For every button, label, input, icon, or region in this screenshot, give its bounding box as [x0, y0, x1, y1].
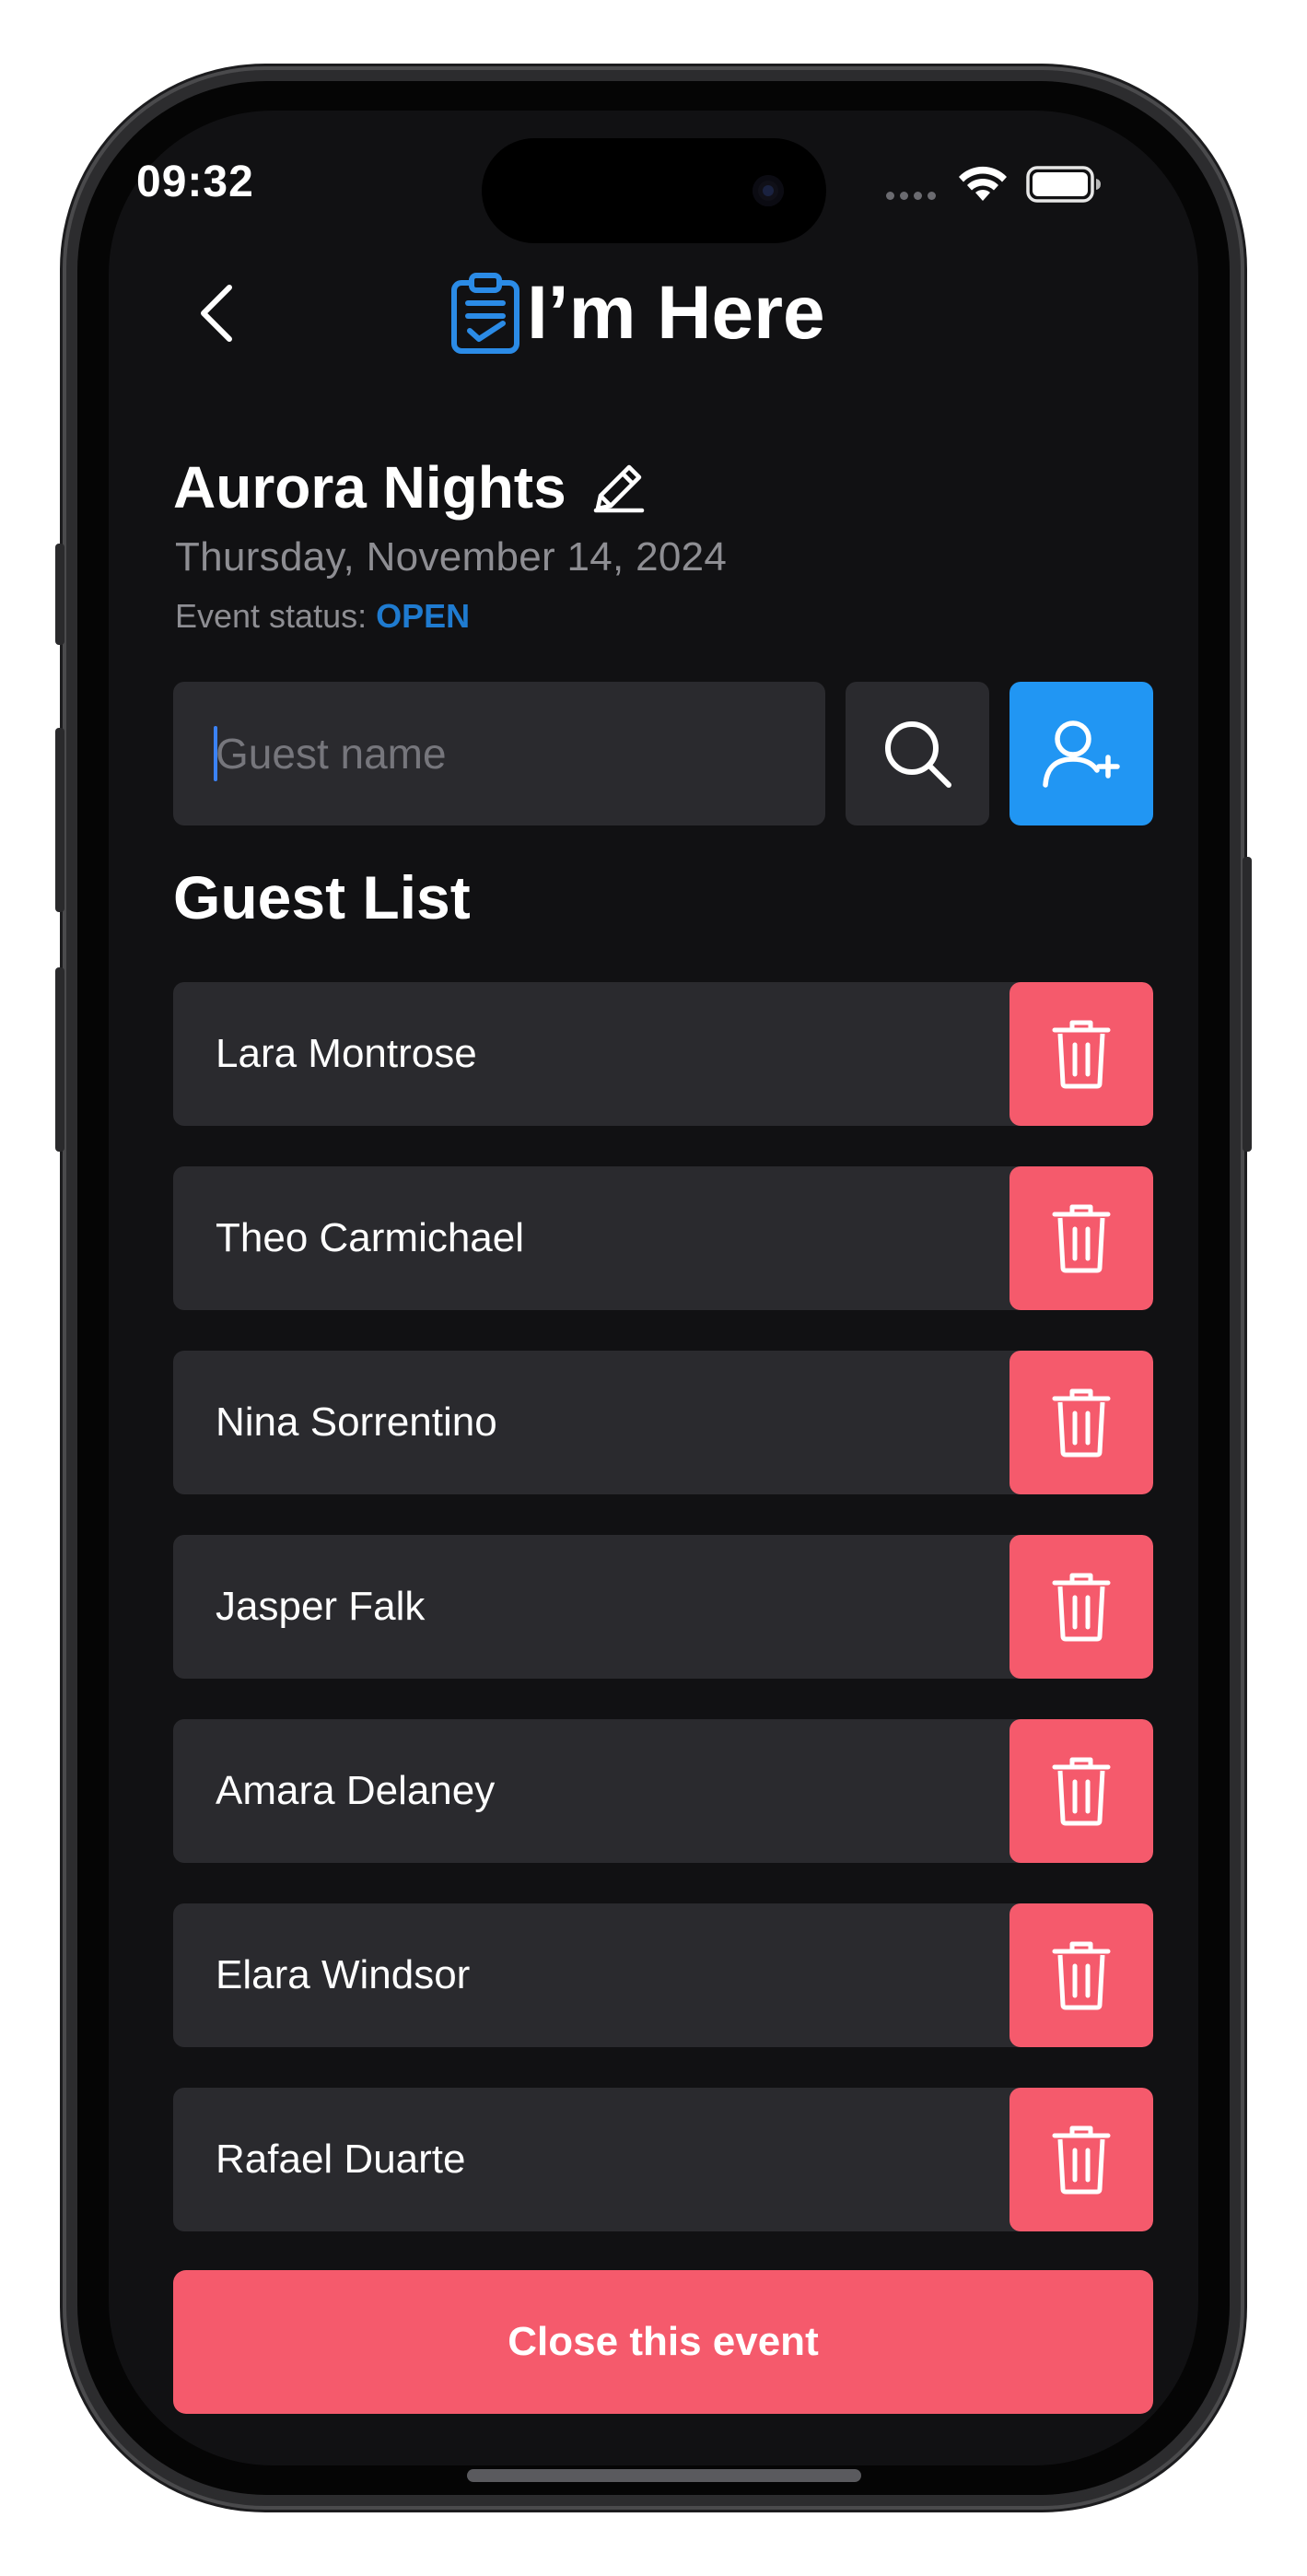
volume-up-button	[55, 728, 64, 912]
guest-list-title: Guest List	[173, 863, 471, 931]
event-status-value: OPEN	[376, 597, 471, 635]
guest-row[interactable]: Theo Carmichael	[173, 1166, 1153, 1310]
delete-guest-button[interactable]	[1009, 1166, 1153, 1310]
guest-row[interactable]: Elara Windsor	[173, 1903, 1153, 2047]
add-user-icon	[1043, 720, 1120, 788]
delete-guest-button[interactable]	[1009, 982, 1153, 1126]
trash-icon	[1052, 1020, 1111, 1089]
wifi-icon	[959, 166, 1007, 201]
trash-icon	[1052, 1757, 1111, 1826]
event-name: Aurora Nights	[173, 454, 566, 521]
delete-guest-button[interactable]	[1009, 1903, 1153, 2047]
trash-icon	[1052, 1204, 1111, 1273]
add-guest-button[interactable]	[1009, 682, 1153, 825]
delete-guest-button[interactable]	[1009, 1719, 1153, 1863]
guest-row[interactable]: Lara Montrose	[173, 982, 1153, 1126]
back-button[interactable]	[180, 276, 253, 350]
guest-row[interactable]: Jasper Falk	[173, 1535, 1153, 1679]
delete-guest-button[interactable]	[1009, 1351, 1153, 1494]
event-date: Thursday, November 14, 2024	[175, 534, 728, 580]
guest-name: Jasper Falk	[216, 1584, 426, 1629]
volume-down-button	[55, 967, 64, 1152]
guest-name: Rafael Duarte	[216, 2137, 466, 2182]
trash-icon	[1052, 2125, 1111, 2195]
event-name-row: Aurora Nights	[173, 446, 651, 529]
status-time: 09:32	[136, 158, 254, 206]
home-indicator	[467, 2469, 861, 2482]
guest-row[interactable]: Nina Sorrentino	[173, 1351, 1153, 1494]
guest-name: Elara Windsor	[216, 1952, 471, 1997]
app-title-text: I’m Here	[527, 271, 825, 355]
guest-name: Amara Delaney	[216, 1768, 496, 1813]
app-title: I’m Here	[449, 267, 825, 359]
delete-guest-button[interactable]	[1009, 1535, 1153, 1679]
guest-name: Lara Montrose	[216, 1031, 477, 1076]
search-icon	[885, 721, 951, 788]
chevron-left-icon	[201, 285, 232, 342]
guest-input-container	[173, 682, 825, 825]
guest-row[interactable]: Amara Delaney	[173, 1719, 1153, 1863]
guest-name-input[interactable]	[173, 682, 825, 825]
battery-icon	[1026, 166, 1101, 203]
pencil-icon	[593, 464, 644, 513]
text-cursor	[214, 726, 217, 781]
close-event-button[interactable]: Close this event	[173, 2270, 1153, 2414]
edit-event-button[interactable]	[592, 458, 651, 517]
trash-icon	[1052, 1573, 1111, 1642]
power-button	[1243, 857, 1252, 1152]
guest-name: Theo Carmichael	[216, 1215, 525, 1260]
guest-name: Nina Sorrentino	[216, 1399, 497, 1445]
guest-row[interactable]: Rafael Duarte	[173, 2088, 1153, 2231]
event-status: Event status: OPEN	[175, 597, 470, 636]
trash-icon	[1052, 1388, 1111, 1458]
search-button[interactable]	[846, 682, 989, 825]
action-button	[55, 544, 64, 645]
delete-guest-button[interactable]	[1009, 2088, 1153, 2231]
trash-icon	[1052, 1941, 1111, 2010]
front-camera	[753, 175, 784, 206]
event-status-label: Event status:	[175, 597, 368, 635]
clipboard-check-icon	[451, 273, 519, 354]
